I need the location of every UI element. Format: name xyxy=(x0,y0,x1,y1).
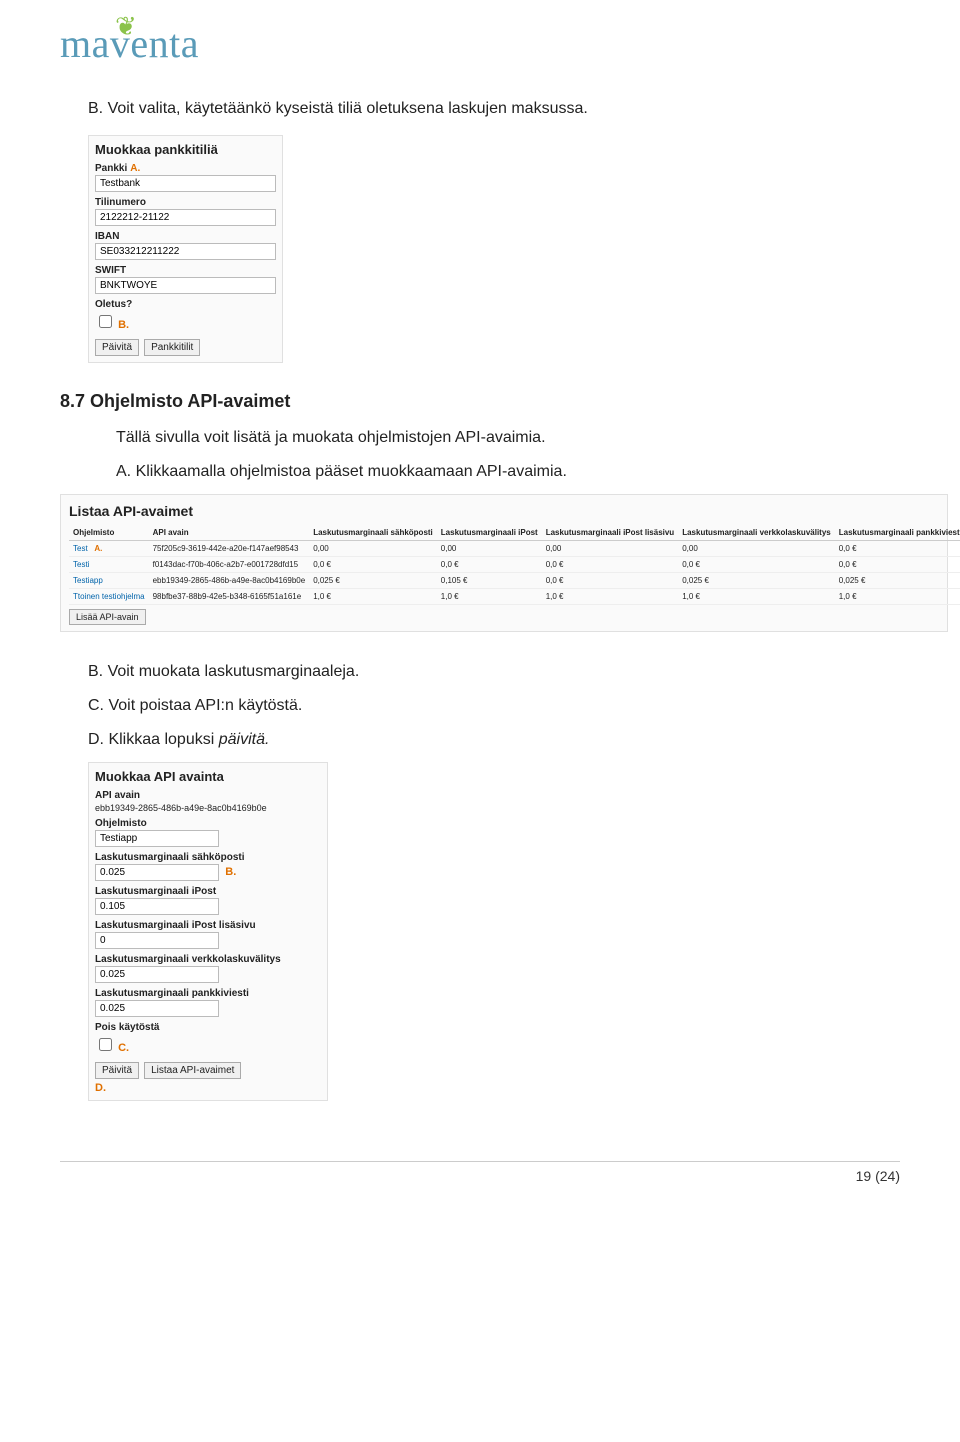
cell-c3: 0,0 € xyxy=(542,573,679,589)
cell-c5: 1,0 € xyxy=(835,589,960,605)
l-ipost-ls-input[interactable] xyxy=(95,932,219,949)
cell-c5: 0,0 € xyxy=(835,557,960,573)
table-row: Testi f0143dac-f70b-406c-a2b7-e001728dfd… xyxy=(69,557,960,573)
th-verkkolasku: Laskutusmarginaali verkkolaskuvälitys xyxy=(678,525,835,541)
cell-c2: 1,0 € xyxy=(437,589,542,605)
iban-label: IBAN xyxy=(95,231,276,242)
list-item-d: D. Klikkaa lopuksi päivitä. xyxy=(88,728,900,752)
annotation-b: B. xyxy=(118,319,129,331)
l-ipost-label: Laskutusmarginaali iPost xyxy=(95,886,321,897)
leaf-icon: ❦ xyxy=(115,12,137,42)
api-table-head-row: Ohjelmisto API avain Laskutusmarginaali … xyxy=(69,525,960,541)
swift-label: SWIFT xyxy=(95,265,276,276)
section-8-7-intro: Tällä sivulla voit lisätä ja muokata ohj… xyxy=(116,426,900,450)
cell-key: f0143dac-f70b-406c-a2b7-e001728dfd15 xyxy=(149,557,310,573)
table-row: Ttoinen testiohjelma 98bfbe37-88b9-42e5-… xyxy=(69,589,960,605)
cell-key: ebb19349-2865-486b-a49e-8ac0b4169b0e xyxy=(149,573,310,589)
cell-c4: 0,025 € xyxy=(678,573,835,589)
cell-c5: 0,0 € xyxy=(835,541,960,557)
pankkitilit-button[interactable]: Pankkitilit xyxy=(144,339,200,356)
pankki-input[interactable] xyxy=(95,175,276,192)
l-ipost-ls-label: Laskutusmarginaali iPost lisäsivu xyxy=(95,920,321,931)
l-sahk-input[interactable] xyxy=(95,864,219,881)
cell-c5: 0,025 € xyxy=(835,573,960,589)
cell-c4: 1,0 € xyxy=(678,589,835,605)
apikey-value: ebb19349-2865-486b-a49e-8ac0b4169b0e xyxy=(95,803,321,813)
api-table: Ohjelmisto API avain Laskutusmarginaali … xyxy=(69,525,960,605)
edit-bank-form: Muokkaa pankkitiliä Pankki A. Tilinumero… xyxy=(88,135,283,363)
ohjelmisto-label: Ohjelmisto xyxy=(95,818,321,829)
add-api-key-button[interactable]: Lisää API-avain xyxy=(69,609,146,625)
annotation-d-form2: D. xyxy=(95,1082,321,1094)
oletus-checkbox[interactable] xyxy=(99,315,112,328)
th-ohjelmisto: Ohjelmisto xyxy=(69,525,149,541)
cell-c1: 0,025 € xyxy=(309,573,437,589)
logo: maventa ❦ xyxy=(60,20,900,67)
cell-c1: 0,00 xyxy=(309,541,437,557)
th-sahkoposti: Laskutusmarginaali sähköposti xyxy=(309,525,437,541)
paivita-button-2[interactable]: Päivitä xyxy=(95,1062,139,1079)
cell-c1: 1,0 € xyxy=(309,589,437,605)
l-verkko-label: Laskutusmarginaali verkkolaskuvälitys xyxy=(95,954,321,965)
section-8-7-title: 8.7 Ohjelmisto API-avaimet xyxy=(60,391,900,412)
l-pankki-label: Laskutusmarginaali pankkiviesti xyxy=(95,988,321,999)
th-api-avain: API avain xyxy=(149,525,310,541)
pois-checkbox[interactable] xyxy=(99,1038,112,1051)
annotation-b-form2: B. xyxy=(225,866,236,878)
l-ipost-input[interactable] xyxy=(95,898,219,915)
list-item-b: B. Voit muokata laskutusmarginaaleja. xyxy=(88,660,900,684)
text-b: B. Voit valita, käytetäänkö kyseistä til… xyxy=(88,97,900,121)
form-title: Muokkaa pankkitiliä xyxy=(95,142,276,157)
pois-label: Pois käytöstä xyxy=(95,1022,321,1033)
app-link[interactable]: Testiapp xyxy=(73,576,103,585)
table-row: Testiapp ebb19349-2865-486b-a49e-8ac0b41… xyxy=(69,573,960,589)
apikey-label: API avain xyxy=(95,790,321,801)
list-item-c: C. Voit poistaa API:n käytöstä. xyxy=(88,694,900,718)
section-8-7-a: A. Klikkaamalla ohjelmistoa pääset muokk… xyxy=(116,460,900,484)
form2-title: Muokkaa API avainta xyxy=(95,769,321,784)
oletus-label: Oletus? xyxy=(95,299,276,310)
cell-c2: 0,105 € xyxy=(437,573,542,589)
cell-c2: 0,0 € xyxy=(437,557,542,573)
pois-check-row: C. xyxy=(95,1035,321,1054)
list-api-keys-button[interactable]: Listaa API-avaimet xyxy=(144,1062,241,1079)
th-ipost: Laskutusmarginaali iPost xyxy=(437,525,542,541)
annotation-a: A. xyxy=(130,163,140,174)
app-link[interactable]: Testi xyxy=(73,560,89,569)
table-row: Test A. 75f205c9-3619-442e-a20e-f147aef9… xyxy=(69,541,960,557)
cell-c4: 0,00 xyxy=(678,541,835,557)
edit-api-key-form: Muokkaa API avainta API avain ebb19349-2… xyxy=(88,762,328,1101)
pankki-label: Pankki A. xyxy=(95,163,276,174)
cell-c3: 0,00 xyxy=(542,541,679,557)
l-verkko-input[interactable] xyxy=(95,966,219,983)
l-pankki-input[interactable] xyxy=(95,1000,219,1017)
paivita-button[interactable]: Päivitä xyxy=(95,339,139,356)
ohjelmisto-input[interactable] xyxy=(95,830,219,847)
cell-key: 98bfbe37-88b9-42e5-b348-6165f51a161e xyxy=(149,589,310,605)
tilinumero-input[interactable] xyxy=(95,209,276,226)
tilinumero-label: Tilinumero xyxy=(95,197,276,208)
page-footer: 19 (24) xyxy=(60,1161,900,1184)
cell-c1: 0,0 € xyxy=(309,557,437,573)
th-pankkiviesti: Laskutusmarginaali pankkiviesti xyxy=(835,525,960,541)
cell-c3: 0,0 € xyxy=(542,557,679,573)
iban-input[interactable] xyxy=(95,243,276,260)
app-link[interactable]: Test xyxy=(73,544,88,553)
swift-input[interactable] xyxy=(95,277,276,294)
cell-c3: 1,0 € xyxy=(542,589,679,605)
l-sahk-label: Laskutusmarginaali sähköposti xyxy=(95,852,321,863)
cell-c4: 0,0 € xyxy=(678,557,835,573)
app-link[interactable]: Ttoinen testiohjelma xyxy=(73,592,145,601)
th-ipost-lisasivu: Laskutusmarginaali iPost lisäsivu xyxy=(542,525,679,541)
cell-key: 75f205c9-3619-442e-a20e-f147aef98543 xyxy=(149,541,310,557)
annotation-c-form2: C. xyxy=(118,1042,129,1054)
api-list-title: Listaa API-avaimet xyxy=(69,503,939,519)
oletus-check-row: B. xyxy=(95,312,276,331)
annotation-a-table: A. xyxy=(94,544,102,553)
cell-c2: 0,00 xyxy=(437,541,542,557)
page-number: 19 (24) xyxy=(856,1168,900,1184)
api-list-block: Listaa API-avaimet Ohjelmisto API avain … xyxy=(60,494,948,632)
